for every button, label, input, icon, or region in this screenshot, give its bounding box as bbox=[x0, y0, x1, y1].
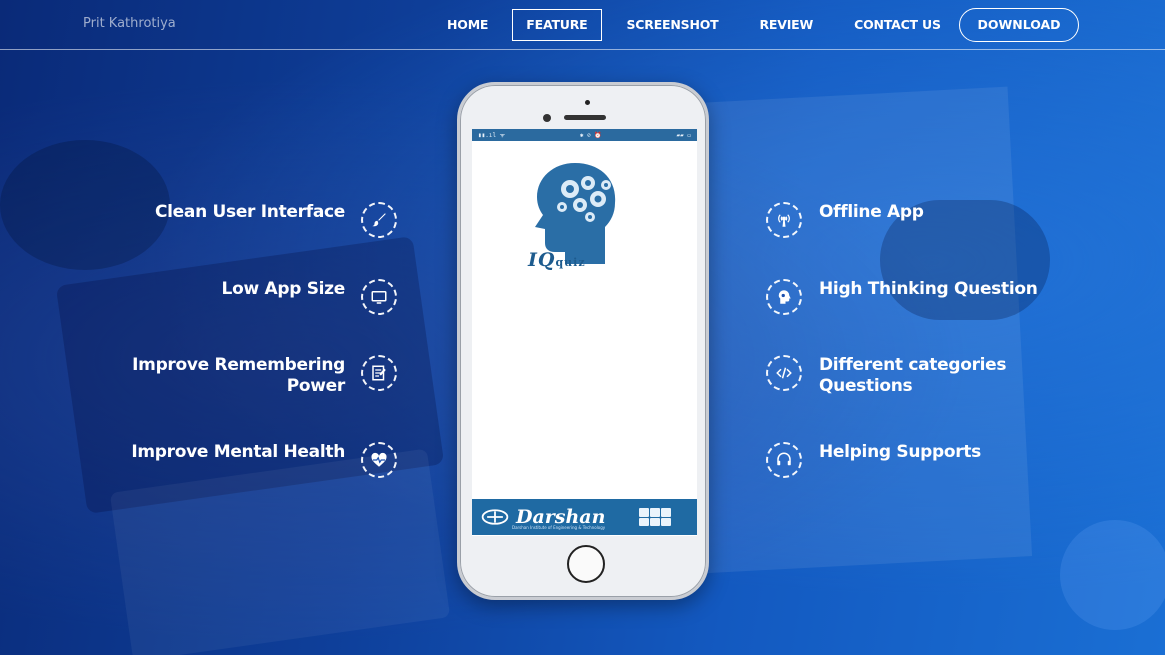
phone-front-camera bbox=[543, 114, 551, 122]
feature-label-line1: Improve Remembering bbox=[132, 355, 345, 375]
heartbeat-icon bbox=[361, 442, 397, 478]
phone-mockup: ▮▮.ıl ᯤ ✱ ⊘ ⏰ ▰▰ ▭ IQquiz Darshan Darsha… bbox=[457, 82, 709, 600]
phone-home-button bbox=[567, 545, 605, 583]
monitor-icon bbox=[361, 279, 397, 315]
nav-menu: HOME FEATURE SCREENSHOT REVIEW CONTACT U… bbox=[430, 9, 955, 41]
background-laptop-keyboard bbox=[109, 448, 451, 655]
app-logo-text: IQquiz bbox=[528, 249, 586, 271]
nav-screenshot[interactable]: SCREENSHOT bbox=[613, 9, 733, 41]
nav-review[interactable]: REVIEW bbox=[745, 9, 827, 41]
signal-icon: ▮▮.ıl ᯤ bbox=[478, 132, 506, 139]
brand-name[interactable]: Prit Kathrotiya bbox=[83, 16, 176, 31]
logo-iq: IQ bbox=[528, 249, 556, 271]
feature-label: Offline App bbox=[819, 202, 924, 222]
nav-feature[interactable]: FEATURE bbox=[512, 9, 602, 41]
download-button[interactable]: DOWNLOAD bbox=[959, 8, 1079, 42]
brush-icon bbox=[361, 202, 397, 238]
background-plant bbox=[0, 140, 170, 270]
code-icon bbox=[766, 355, 802, 391]
notepad-icon bbox=[361, 355, 397, 391]
darshan-logo-icon bbox=[481, 509, 509, 525]
top-navbar: Prit Kathrotiya HOME FEATURE SCREENSHOT … bbox=[0, 0, 1165, 50]
logo-quiz: quiz bbox=[555, 256, 586, 269]
banner-subtitle: Darshan Institute of Engineering & Techn… bbox=[512, 525, 606, 530]
feature-label: Helping Supports bbox=[819, 442, 981, 462]
background-map bbox=[677, 86, 1033, 574]
feature-label: Different categories Questions bbox=[819, 355, 1007, 397]
nav-contact-us[interactable]: CONTACT US bbox=[840, 9, 955, 41]
status-icons: ✱ ⊘ ⏰ bbox=[579, 131, 602, 139]
headset-icon bbox=[766, 442, 802, 478]
feature-label-line2: Power bbox=[286, 376, 346, 396]
feature-label: Low App Size bbox=[221, 279, 346, 299]
feature-label-line2: Questions bbox=[819, 376, 913, 396]
phone-speaker bbox=[564, 115, 606, 120]
nav-home[interactable]: HOME bbox=[433, 9, 502, 41]
feature-label: Improve Remembering Power bbox=[132, 355, 345, 397]
feature-label-line1: Different categories bbox=[819, 355, 1007, 375]
phone-status-bar: ▮▮.ıl ᯤ ✱ ⊘ ⏰ ▰▰ ▭ bbox=[472, 129, 697, 141]
feature-label: Improve Mental Health bbox=[131, 442, 345, 462]
feature-label: Clean User Interface bbox=[154, 202, 345, 222]
darshan-banner: Darshan Darshan Institute of Engineering… bbox=[472, 499, 697, 535]
banner-title: Darshan bbox=[516, 506, 606, 528]
feature-label: High Thinking Question bbox=[819, 279, 1038, 299]
brain-head-icon bbox=[766, 279, 802, 315]
background-cup bbox=[1060, 520, 1165, 630]
banner-keyboard-icon bbox=[639, 508, 671, 526]
broadcast-icon bbox=[766, 202, 802, 238]
phone-sensor bbox=[585, 100, 590, 105]
phone-screen: ▮▮.ıl ᯤ ✱ ⊘ ⏰ ▰▰ ▭ IQquiz Darshan Darsha… bbox=[472, 129, 697, 536]
battery-icon: ▰▰ ▭ bbox=[676, 131, 691, 139]
